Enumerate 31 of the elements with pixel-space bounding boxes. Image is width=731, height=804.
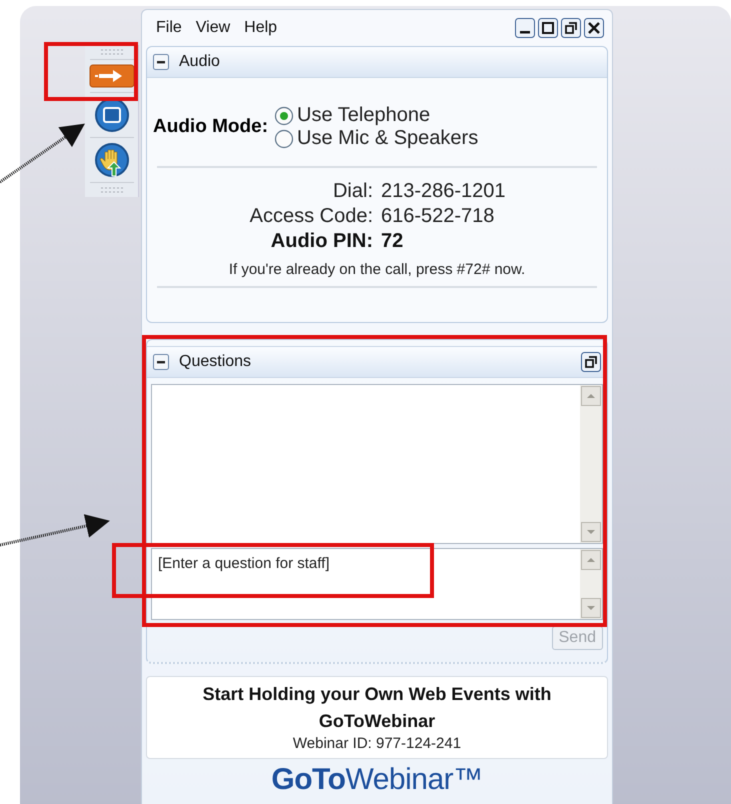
audio-mode-label: Audio Mode: xyxy=(153,116,268,138)
logo: GoToWebinar™ xyxy=(271,763,483,797)
detail-value: 72 xyxy=(381,230,404,253)
call-note: If you're already on the call, press #72# now. xyxy=(228,261,526,278)
minimize-icon[interactable] xyxy=(515,18,535,38)
detail-label: Audio PIN: xyxy=(270,230,373,253)
menu-item[interactable]: File xyxy=(156,19,182,37)
section-title: Audio xyxy=(179,53,220,71)
detail-label: Dial: xyxy=(332,180,373,203)
grip-icon xyxy=(100,187,124,193)
detail-value: 213-286-1201 xyxy=(381,180,507,203)
menu-item[interactable]: View xyxy=(196,19,230,37)
promo-headline: Start Holding your Own Web Events with GoToWebinar xyxy=(202,683,552,733)
radio-option[interactable]: Use Mic & Speakers xyxy=(274,127,478,150)
webinar-id: Webinar ID: 977-124-241 xyxy=(292,735,462,752)
section-title: Questions xyxy=(179,353,252,371)
raise-hand-icon[interactable] xyxy=(94,142,130,178)
collapse-icon[interactable] xyxy=(153,354,169,370)
close-icon[interactable] xyxy=(584,18,604,38)
detail-label: Access Code: xyxy=(248,205,373,228)
radio-icon[interactable] xyxy=(274,128,294,148)
maximize-icon[interactable] xyxy=(538,18,558,38)
restore-icon[interactable] xyxy=(561,18,581,38)
arrow-button-icon[interactable] xyxy=(88,64,134,88)
popout-icon[interactable] xyxy=(581,352,601,372)
grip-icon xyxy=(100,49,124,55)
radio-icon[interactable] xyxy=(274,106,294,126)
menu-item[interactable]: Help xyxy=(244,19,278,37)
detail-value: 616-522-718 xyxy=(381,205,496,228)
radio-option[interactable]: Use Telephone xyxy=(274,104,478,127)
collapse-icon[interactable] xyxy=(153,54,169,70)
